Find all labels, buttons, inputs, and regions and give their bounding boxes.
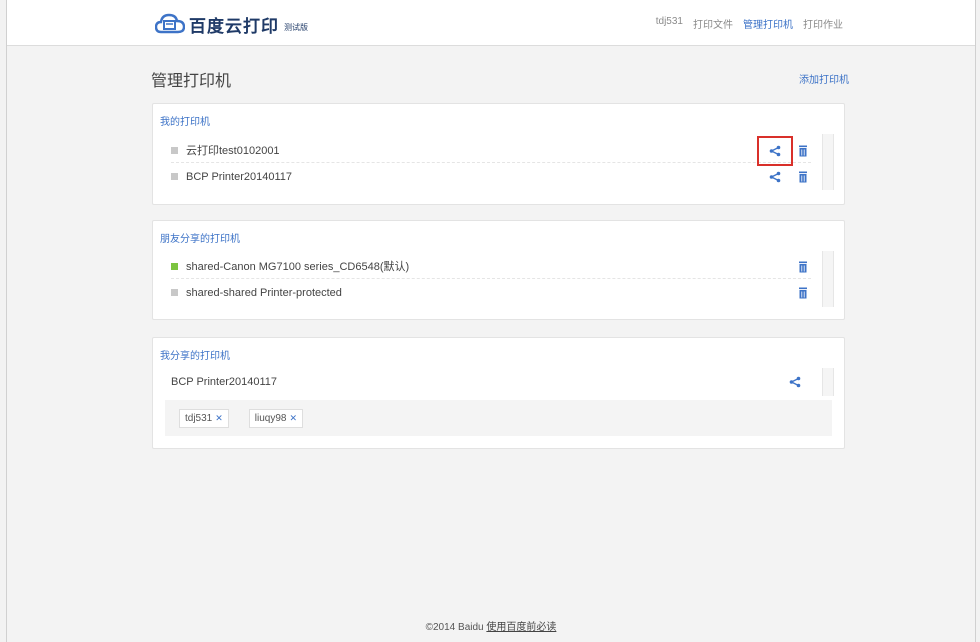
printer-row[interactable]: shared-Canon MG7100 series_CD6548(默认) xyxy=(171,254,811,279)
trash-icon xyxy=(799,145,807,156)
delete-button[interactable] xyxy=(795,285,811,301)
nav-manage-printers[interactable]: 管理打印机 xyxy=(743,16,793,31)
nav-username[interactable]: tdj531 xyxy=(656,16,683,31)
remove-icon[interactable]: ✕ xyxy=(290,413,298,424)
recipient-tag: liuqy98 ✕ xyxy=(248,408,304,428)
shared-printer-row[interactable]: BCP Printer20140117 xyxy=(171,369,811,394)
share-icon xyxy=(789,376,801,387)
shared-printers-card: 朋友分享的打印机 shared-Canon MG7100 series_CD65… xyxy=(152,220,845,320)
status-dot xyxy=(171,146,178,154)
app-window: 百度云打印 测试版 tdj531 打印文件 管理打印机 打印作业 管理打印机 添… xyxy=(6,0,976,642)
row-actions xyxy=(757,135,811,166)
share-icon xyxy=(769,171,781,182)
my-shared-printers-card: 我分享的打印机 BCP Printer20140117 tdj531 ✕ liu… xyxy=(152,337,845,449)
printer-name: shared-Canon MG7100 series_CD6548(默认) xyxy=(186,261,410,273)
printer-row[interactable]: BCP Printer20140117 xyxy=(171,164,811,189)
share-button[interactable] xyxy=(779,374,811,390)
nav-print-file[interactable]: 打印文件 xyxy=(693,16,733,31)
recipient-name: liuqy98 xyxy=(254,412,287,424)
trash-icon xyxy=(799,261,807,272)
printer-name: BCP Printer20140117 xyxy=(186,170,292,183)
delete-button[interactable] xyxy=(795,169,811,185)
printer-row[interactable]: 云打印test0102001 xyxy=(171,135,811,166)
delete-button[interactable] xyxy=(795,259,811,275)
my-printers-title: 我的打印机 xyxy=(160,117,210,128)
footer-link[interactable]: 使用百度前必读 xyxy=(486,622,556,633)
row-actions xyxy=(759,164,811,189)
delete-button[interactable] xyxy=(795,143,811,159)
logo-text: 百度云打印 xyxy=(189,16,279,36)
trash-icon xyxy=(799,171,807,182)
add-printer-link[interactable]: 添加打印机 xyxy=(799,71,849,86)
status-dot xyxy=(171,289,178,296)
nav-print-jobs[interactable]: 打印作业 xyxy=(803,16,843,31)
scrollbar[interactable] xyxy=(822,368,834,396)
scrollbar[interactable] xyxy=(822,134,834,190)
my-printers-card: 我的打印机 云打印test0102001 BCP Printer20140117 xyxy=(152,103,845,205)
share-button[interactable] xyxy=(759,169,791,185)
my-shared-printers-title: 我分享的打印机 xyxy=(160,351,230,362)
top-nav: tdj531 打印文件 管理打印机 打印作业 xyxy=(656,16,843,31)
trash-icon xyxy=(799,287,807,298)
recipient-name: tdj531 xyxy=(185,412,213,424)
page-title: 管理打印机 xyxy=(151,73,232,90)
logo[interactable]: 百度云打印 测试版 xyxy=(155,12,308,36)
recipients-area: tdj531 ✕ liuqy98 ✕ xyxy=(165,400,832,436)
copyright: ©2014 Baidu xyxy=(425,622,484,633)
shared-printers-title: 朋友分享的打印机 xyxy=(160,234,240,245)
printer-name: BCP Printer20140117 xyxy=(171,375,277,388)
remove-icon[interactable]: ✕ xyxy=(215,413,223,424)
beta-badge: 测试版 xyxy=(284,23,308,32)
top-bar: 百度云打印 测试版 tdj531 打印文件 管理打印机 打印作业 xyxy=(7,0,975,46)
row-actions xyxy=(791,254,811,279)
scrollbar[interactable] xyxy=(822,251,834,307)
status-dot xyxy=(171,173,178,180)
printer-name: 云打印test0102001 xyxy=(186,145,280,157)
row-actions xyxy=(791,280,811,305)
row-actions xyxy=(779,369,811,394)
recipient-tag: tdj531 ✕ xyxy=(179,408,229,428)
printer-name: shared-shared Printer-protected xyxy=(186,286,342,299)
share-icon xyxy=(769,145,781,156)
online-status-dot xyxy=(171,262,178,270)
share-button[interactable] xyxy=(757,135,793,166)
cloud-print-logo-icon xyxy=(155,13,185,34)
footer: ©2014 Baidu 使用百度前必读 xyxy=(7,618,975,633)
printer-row[interactable]: shared-shared Printer-protected xyxy=(171,280,811,305)
